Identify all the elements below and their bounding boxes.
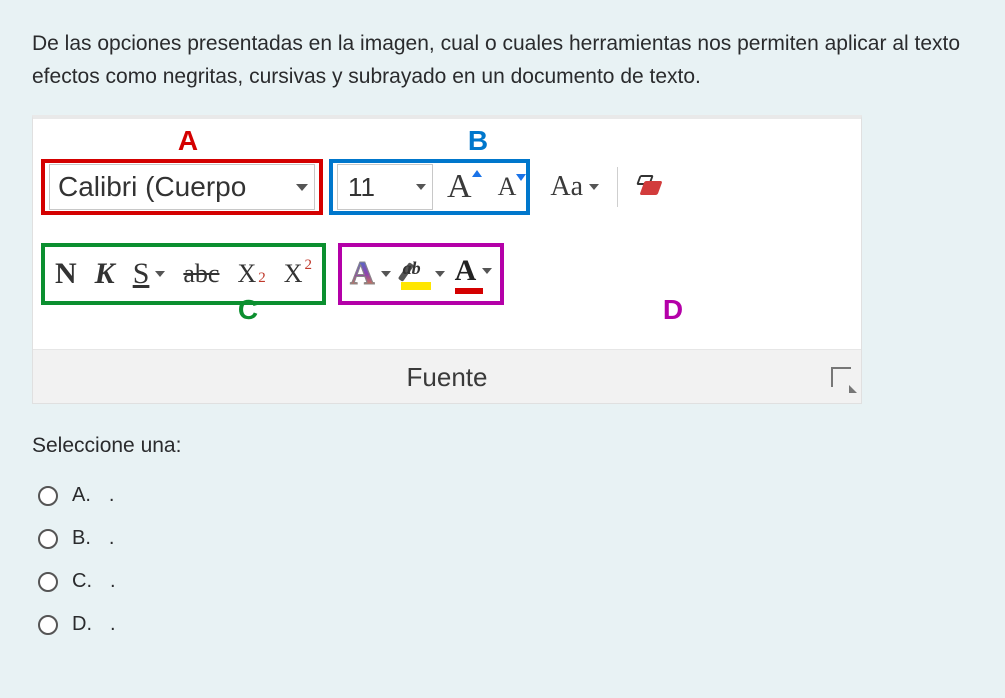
radio-icon[interactable] [38, 529, 58, 549]
chevron-down-icon [482, 268, 492, 274]
option-text: . [109, 527, 115, 550]
shrink-font-button[interactable]: A [492, 172, 523, 202]
option-label: B. [72, 527, 91, 550]
option-label: C. [72, 570, 92, 593]
underline-button[interactable]: S [131, 257, 168, 291]
radio-icon[interactable] [38, 615, 58, 635]
superscript-small: 2 [305, 257, 313, 274]
group-a-font-name: Calibri (Cuerpo [41, 159, 323, 215]
ribbon-screenshot: A B C D Calibri (Cuerpo 11 A [32, 115, 862, 404]
superscript-base: X [284, 259, 303, 289]
text-effects-label: A [350, 255, 375, 293]
text-effects-button[interactable]: A [350, 255, 391, 293]
chevron-down-icon [381, 271, 391, 277]
font-size-value: 11 [348, 172, 375, 203]
subscript-small: 2 [258, 270, 266, 287]
option-label: A. [72, 484, 91, 507]
color-bar-icon [455, 288, 483, 294]
label-b: B [463, 125, 493, 157]
options-list: A. . B. . C. . D. . [32, 474, 973, 646]
font-name-dropdown[interactable]: Calibri (Cuerpo [49, 164, 315, 210]
change-case-label: Aa [550, 171, 583, 203]
chevron-down-icon [296, 184, 308, 191]
section-label: Fuente [407, 362, 488, 392]
font-color-label: A [455, 254, 477, 288]
option-label: D. [72, 613, 92, 636]
chevron-down-icon [155, 271, 165, 277]
label-c: C [233, 294, 263, 326]
subscript-base: X [237, 259, 256, 289]
chevron-down-icon [416, 184, 426, 190]
chevron-down-icon [435, 271, 445, 277]
radio-icon[interactable] [38, 572, 58, 592]
separator [617, 167, 618, 207]
clear-formatting-button[interactable] [636, 171, 668, 203]
question-text: De las opciones presentadas en la imagen… [32, 28, 973, 93]
group-b-font-size: 11 A A [329, 159, 530, 215]
strikethrough-button[interactable]: abc [181, 259, 221, 289]
option-c[interactable]: C. . [32, 560, 973, 603]
triangle-up-icon [472, 170, 482, 177]
underline-label: S [133, 257, 150, 291]
option-text: . [110, 613, 116, 636]
option-a[interactable]: A. . [32, 474, 973, 517]
font-color-button[interactable]: A [455, 254, 493, 294]
option-b[interactable]: B. . [32, 517, 973, 560]
font-name-value: Calibri (Cuerpo [58, 171, 246, 203]
eraser-icon [639, 181, 662, 195]
superscript-button[interactable]: X 2 [282, 259, 314, 289]
label-a: A [173, 125, 203, 157]
option-text: . [110, 570, 116, 593]
font-size-dropdown[interactable]: 11 [337, 164, 433, 210]
change-case-button[interactable]: Aa [546, 171, 603, 203]
dialog-launcher-icon[interactable] [831, 367, 851, 387]
bold-button[interactable]: N [53, 257, 79, 291]
group-d-color: A A [338, 243, 504, 305]
ribbon-section-name: Fuente [33, 349, 861, 403]
triangle-down-icon [516, 174, 526, 181]
group-c-text-effects: N K S abc X 2 X 2 [41, 243, 326, 305]
option-d[interactable]: D. . [32, 603, 973, 646]
shrink-font-label: A [498, 172, 517, 201]
chevron-down-icon [589, 184, 599, 190]
answer-prompt: Seleccione una: [32, 434, 973, 458]
italic-button[interactable]: K [93, 257, 117, 291]
grow-font-label: A [447, 168, 472, 205]
highlighter-icon [401, 260, 429, 288]
highlight-button[interactable] [401, 260, 445, 288]
radio-icon[interactable] [38, 486, 58, 506]
option-text: . [109, 484, 115, 507]
grow-font-button[interactable]: A [441, 168, 478, 206]
label-d: D [658, 294, 688, 326]
subscript-button[interactable]: X 2 [235, 259, 267, 289]
